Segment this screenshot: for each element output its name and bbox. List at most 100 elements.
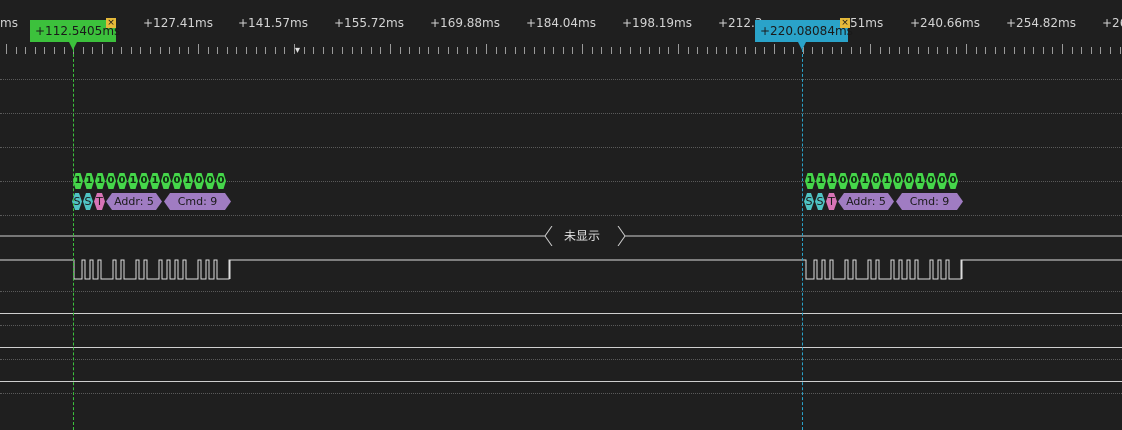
ruler-tick bbox=[54, 47, 55, 54]
ruler-tick bbox=[899, 47, 900, 54]
ruler-tick bbox=[160, 47, 161, 54]
bit-cell: 0 bbox=[106, 173, 116, 189]
waveform-trace bbox=[0, 259, 1122, 280]
start-segment[interactable]: S bbox=[815, 193, 825, 210]
ruler-tick bbox=[419, 47, 420, 54]
marker-1-close-icon[interactable]: × bbox=[106, 18, 116, 28]
ruler-tick bbox=[563, 47, 564, 54]
ruler-tick bbox=[236, 47, 237, 54]
bit-cell: 1 bbox=[827, 173, 837, 189]
ruler-label: +141.57ms bbox=[238, 16, 308, 30]
ruler-tick bbox=[64, 47, 65, 54]
ruler-tick bbox=[131, 47, 132, 54]
ruler-tick bbox=[1110, 47, 1111, 54]
ruler-tick bbox=[985, 47, 986, 54]
t-segment[interactable]: T bbox=[826, 193, 837, 210]
bit-cell: 0 bbox=[117, 173, 127, 189]
ruler-tick bbox=[668, 47, 669, 54]
ruler-tick bbox=[851, 47, 852, 54]
ruler-tick bbox=[755, 47, 756, 54]
ruler-tick bbox=[44, 47, 45, 54]
ruler-tick bbox=[140, 47, 141, 54]
ruler-label: ms bbox=[0, 16, 18, 30]
start-segment[interactable]: S bbox=[804, 193, 814, 210]
ruler-label: 51ms bbox=[850, 16, 884, 30]
channel-separator bbox=[0, 325, 1122, 326]
marker-2-line[interactable] bbox=[802, 44, 803, 430]
ruler-tick bbox=[342, 47, 343, 54]
marker-1-time-label[interactable]: +112.5405ms bbox=[30, 20, 120, 42]
ruler-tick bbox=[793, 47, 794, 54]
ruler-tick bbox=[83, 47, 84, 54]
ruler-tick bbox=[448, 47, 449, 54]
ruler-tick bbox=[889, 47, 890, 54]
bit-cell: 0 bbox=[194, 173, 204, 189]
marker-1-pin-icon[interactable] bbox=[69, 42, 77, 50]
ruler-tick bbox=[784, 47, 785, 54]
bit-cell: 0 bbox=[172, 173, 182, 189]
ruler-tick bbox=[582, 44, 583, 54]
ruler-label: +240.66ms bbox=[910, 16, 980, 30]
ruler-tick bbox=[592, 47, 593, 54]
bit-cell: 1 bbox=[183, 173, 193, 189]
ruler-tick bbox=[1033, 47, 1034, 54]
start-segment[interactable]: S bbox=[83, 193, 93, 210]
ruler-tick bbox=[688, 47, 689, 54]
cmd-segment[interactable]: Cmd: 9 bbox=[896, 193, 963, 210]
ruler-tick bbox=[553, 47, 554, 54]
t-segment[interactable]: T bbox=[94, 193, 105, 210]
marker-2-time-label[interactable]: +220.08084ms bbox=[755, 20, 853, 42]
channel-separator bbox=[0, 79, 1122, 80]
ruler-tick bbox=[726, 47, 727, 54]
ruler-tick bbox=[764, 47, 765, 54]
bit-cell: 0 bbox=[139, 173, 149, 189]
ruler-tick bbox=[92, 47, 93, 54]
marker-2-close-icon[interactable]: × bbox=[840, 18, 850, 28]
bit-cell: 1 bbox=[95, 173, 105, 189]
channel-signal-flat bbox=[0, 313, 1122, 314]
ruler-tick bbox=[1004, 47, 1005, 54]
ruler-tick bbox=[736, 47, 737, 54]
ruler-tick bbox=[486, 44, 487, 54]
ruler-tick bbox=[534, 47, 535, 54]
ruler-tick bbox=[246, 47, 247, 54]
marker-1-line[interactable] bbox=[73, 44, 74, 430]
bit-cell: 0 bbox=[948, 173, 958, 189]
ruler-tick bbox=[880, 47, 881, 54]
ruler-label: +127.41ms bbox=[143, 16, 213, 30]
decoded-bits-row: 1 1 1 0 0 1 0 1 0 0 1 0 0 0 bbox=[73, 173, 227, 189]
channel-signal-flat bbox=[0, 381, 1122, 382]
ruler-label: +198.19ms bbox=[622, 16, 692, 30]
bit-cell: 1 bbox=[150, 173, 160, 189]
marker-2-pin-icon[interactable] bbox=[798, 42, 806, 50]
collapsed-label: 未显示 bbox=[554, 228, 611, 244]
ruler-tick bbox=[620, 47, 621, 54]
ruler-tick bbox=[409, 47, 410, 54]
bit-cell: 1 bbox=[128, 173, 138, 189]
ruler-ticks[interactable] bbox=[0, 44, 1122, 54]
ruler-tick bbox=[947, 47, 948, 54]
ruler-tick bbox=[995, 47, 996, 54]
addr-segment[interactable]: Addr: 5 bbox=[106, 193, 162, 210]
bit-cell: 1 bbox=[882, 173, 892, 189]
ruler-tick bbox=[1052, 47, 1053, 54]
ruler-tick bbox=[1120, 47, 1121, 54]
addr-segment[interactable]: Addr: 5 bbox=[838, 193, 894, 210]
ruler-tick bbox=[630, 47, 631, 54]
ruler-tick bbox=[265, 47, 266, 54]
bit-cell: 0 bbox=[205, 173, 215, 189]
ruler-tick bbox=[966, 44, 967, 54]
channel-separator bbox=[0, 113, 1122, 114]
ruler-tick bbox=[371, 47, 372, 54]
cmd-segment[interactable]: Cmd: 9 bbox=[164, 193, 231, 210]
ruler-tick bbox=[198, 44, 199, 54]
ruler-tick bbox=[659, 47, 660, 54]
ruler-tick bbox=[217, 47, 218, 54]
ruler-tick bbox=[572, 47, 573, 54]
ruler-tick bbox=[1091, 47, 1092, 54]
ruler-tick bbox=[524, 47, 525, 54]
ruler-tick bbox=[208, 47, 209, 54]
bit-cell: 1 bbox=[915, 173, 925, 189]
ruler-tick bbox=[35, 47, 36, 54]
ruler-tick bbox=[496, 47, 497, 54]
